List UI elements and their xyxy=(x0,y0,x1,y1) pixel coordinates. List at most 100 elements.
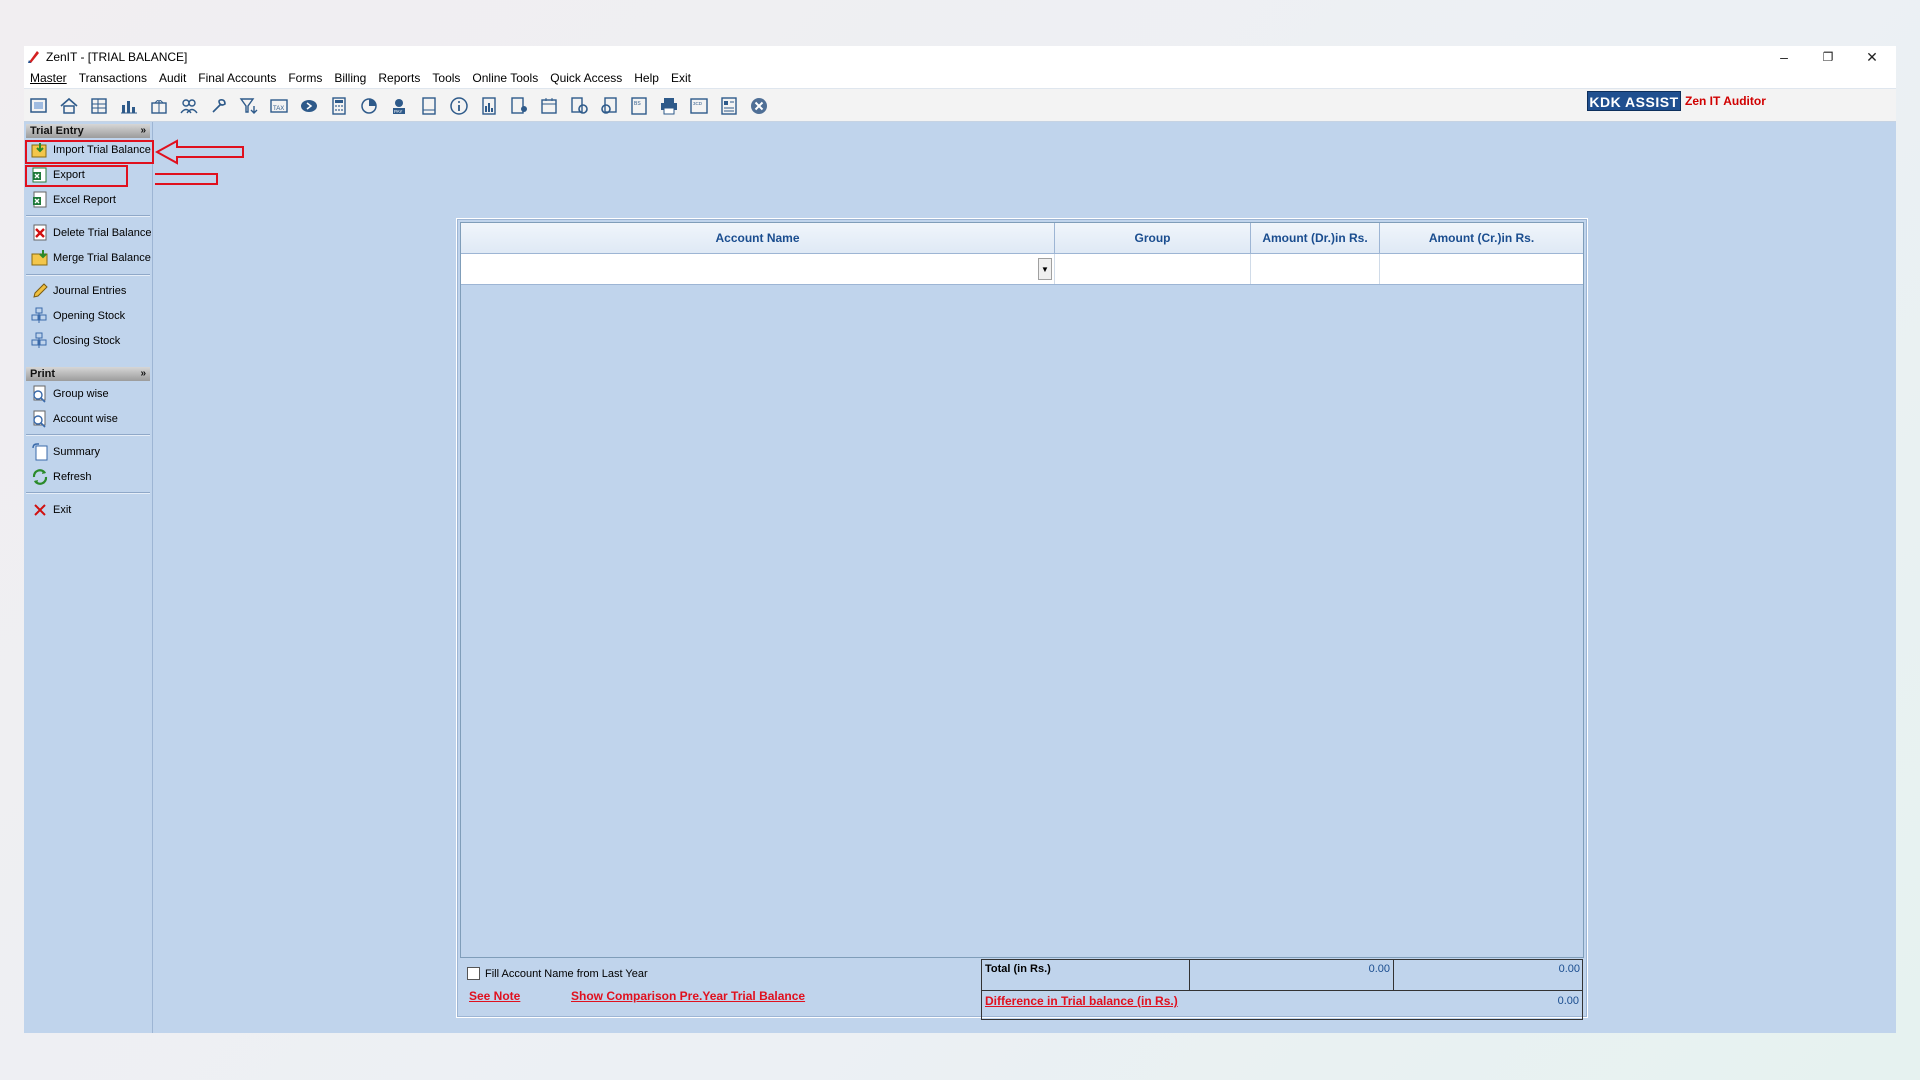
collapse-icon: » xyxy=(140,125,146,136)
column-header-amount-dr[interactable]: Amount (Dr.)in Rs. xyxy=(1251,223,1380,253)
closing-stock-button[interactable]: Closing Stock xyxy=(26,330,150,352)
menu-label: Exit xyxy=(670,71,691,85)
group-cell[interactable] xyxy=(1055,254,1251,284)
collapse-icon: » xyxy=(140,368,146,379)
calendar-icon[interactable] xyxy=(538,95,560,117)
calculator-icon[interactable] xyxy=(328,95,350,117)
menu-quick-access[interactable]: Quick Access xyxy=(544,68,628,88)
checkbox[interactable] xyxy=(467,967,480,980)
section-trial-entry[interactable]: Trial Entry » xyxy=(26,124,150,138)
arrow-icon xyxy=(155,139,244,185)
printer-icon[interactable] xyxy=(658,95,680,117)
delete-trial-balance-button[interactable]: Delete Trial Balance xyxy=(26,222,151,244)
voucher-icon[interactable] xyxy=(298,95,320,117)
workspace: Trial Entry» Import Trial Balance Export… xyxy=(24,122,1896,1033)
fill-last-year-checkbox[interactable]: Fill Account Name from Last Year xyxy=(467,967,648,980)
menu-forms[interactable]: Forms xyxy=(282,68,328,88)
minimize-button[interactable]: – xyxy=(1762,46,1806,68)
sidebar-item-label: Merge Trial Balance xyxy=(53,252,151,264)
close-circle-icon[interactable] xyxy=(748,95,770,117)
svg-text:PAY: PAY xyxy=(394,109,402,114)
ledger-icon[interactable] xyxy=(88,95,110,117)
filter-icon[interactable] xyxy=(238,95,260,117)
menu-exit[interactable]: Exit xyxy=(665,68,697,88)
gift-icon[interactable] xyxy=(148,95,170,117)
chart-icon[interactable] xyxy=(118,95,140,117)
column-header-account-name[interactable]: Account Name xyxy=(461,223,1055,253)
see-note-link[interactable]: See Note xyxy=(469,989,520,1003)
sidebar-item-label: Refresh xyxy=(53,471,92,483)
menu-final-accounts[interactable]: Final Accounts xyxy=(192,68,282,88)
pay-icon[interactable]: PAY xyxy=(388,95,410,117)
info-icon[interactable] xyxy=(448,95,470,117)
totals-box: Total (in Rs.) 0.00 0.00 Difference in T… xyxy=(981,959,1583,1020)
doc-user-icon[interactable] xyxy=(508,95,530,117)
menu-bar: Master Transactions Audit Final Accounts… xyxy=(24,68,1896,89)
tax-icon[interactable]: TAX xyxy=(268,95,290,117)
menu-transactions[interactable]: Transactions xyxy=(73,68,153,88)
highlight-box xyxy=(25,140,154,164)
report-icon[interactable] xyxy=(478,95,500,117)
amount-dr-cell[interactable] xyxy=(1251,254,1380,284)
sidebar-item-label: Summary xyxy=(53,446,101,458)
summary-button[interactable]: Summary xyxy=(26,441,150,463)
wrench-icon[interactable] xyxy=(208,95,230,117)
menu-label: Quick Access xyxy=(550,71,623,85)
print-group-icon xyxy=(31,385,49,403)
menu-label: Tools xyxy=(432,71,461,85)
users-icon[interactable] xyxy=(178,95,200,117)
menu-reports[interactable]: Reports xyxy=(372,68,426,88)
group-wise-button[interactable]: Group wise xyxy=(26,383,150,405)
merge-icon xyxy=(31,249,49,267)
column-header-amount-cr[interactable]: Amount (Cr.)in Rs. xyxy=(1380,223,1583,253)
menu-billing[interactable]: Billing xyxy=(328,68,372,88)
opening-stock-button[interactable]: Opening Stock xyxy=(26,305,150,327)
zenit-logo-icon xyxy=(27,50,41,64)
difference-link[interactable]: Difference in Trial balance (in Rs.) xyxy=(985,994,1178,1008)
excel-report-button[interactable]: Excel Report xyxy=(26,189,150,211)
column-header-group[interactable]: Group xyxy=(1055,223,1251,253)
refresh-button[interactable]: Refresh xyxy=(26,466,150,488)
close-button[interactable]: ✕ xyxy=(1850,46,1894,68)
divider xyxy=(26,274,150,276)
book-icon[interactable] xyxy=(418,95,440,117)
grid-header: Account Name Group Amount (Dr.)in Rs. Am… xyxy=(461,223,1583,254)
bs-icon[interactable]: BS xyxy=(628,95,650,117)
sidebar-item-label: Exit xyxy=(53,504,72,516)
total-dr-value: 0.00 xyxy=(1190,960,1394,991)
menu-audit[interactable]: Audit xyxy=(153,68,192,88)
print-account-icon xyxy=(31,410,49,428)
app-window: ZenIT - [TRIAL BALANCE] – ❐ ✕ Master Tra… xyxy=(24,46,1896,1033)
home-icon[interactable] xyxy=(58,95,80,117)
restore-button[interactable]: ❐ xyxy=(1806,46,1850,68)
show-comparison-link[interactable]: Show Comparison Pre.Year Trial Balance xyxy=(571,989,805,1003)
excel-report-icon xyxy=(31,191,49,209)
merge-trial-balance-button[interactable]: Merge Trial Balance xyxy=(26,247,151,269)
sidebar-item-label: Account wise xyxy=(53,413,118,425)
tds-icon[interactable]: 3CD xyxy=(688,95,710,117)
gear-doc-icon[interactable] xyxy=(568,95,590,117)
menu-online-tools[interactable]: Online Tools xyxy=(466,68,544,88)
sidebar-item-label: Journal Entries xyxy=(53,285,127,297)
menu-tools[interactable]: Tools xyxy=(426,68,466,88)
exit-icon xyxy=(31,501,49,519)
kdk-assist-logo[interactable]: KDK ASSIST xyxy=(1587,91,1681,111)
pencil-icon xyxy=(31,282,49,300)
account-name-cell[interactable]: ▼ xyxy=(461,254,1055,284)
pie-icon[interactable] xyxy=(358,95,380,117)
company-icon[interactable] xyxy=(28,95,50,117)
menu-help[interactable]: Help xyxy=(628,68,665,88)
divider xyxy=(26,215,150,217)
amount-cr-cell[interactable] xyxy=(1380,254,1583,284)
account-wise-button[interactable]: Account wise xyxy=(26,408,150,430)
section-print[interactable]: Print » xyxy=(26,367,150,381)
chevron-down-icon[interactable]: ▼ xyxy=(1038,258,1052,280)
svg-text:BS: BS xyxy=(634,101,641,107)
refresh-doc-icon[interactable] xyxy=(598,95,620,117)
exit-button[interactable]: Exit xyxy=(26,499,150,521)
total-label: Total (in Rs.) xyxy=(982,960,1190,991)
journal-entries-button[interactable]: Journal Entries xyxy=(26,280,150,302)
difference-value: 0.00 xyxy=(1557,995,1579,1007)
form-icon[interactable] xyxy=(718,95,740,117)
menu-master[interactable]: Master xyxy=(24,68,73,88)
